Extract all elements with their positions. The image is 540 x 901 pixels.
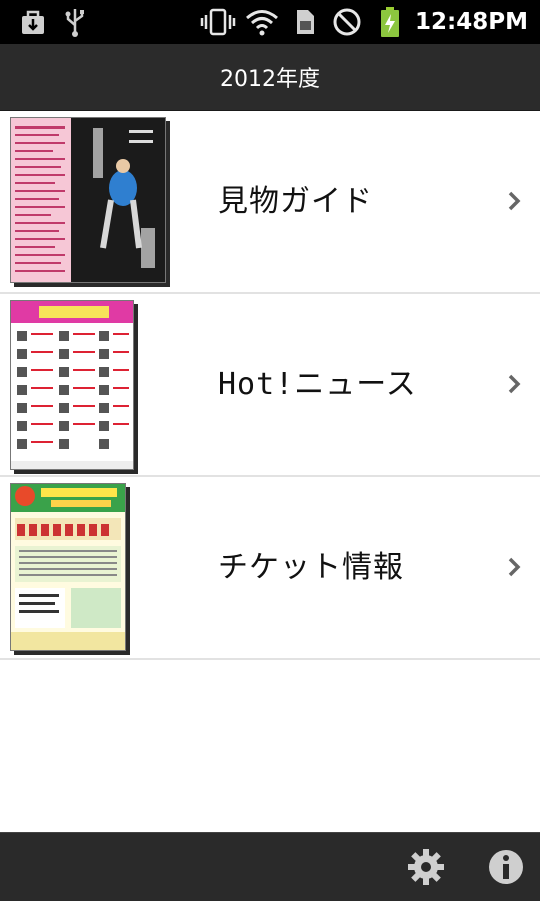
vibrate-icon bbox=[200, 0, 236, 44]
menu-list: 見物ガイド Hot!ニュース チケット情報 bbox=[0, 111, 540, 660]
usb-icon bbox=[60, 0, 90, 44]
clock-time: 12:48PM bbox=[415, 9, 528, 35]
chevron-right-icon bbox=[508, 557, 521, 577]
list-item-label: Hot!ニュース bbox=[218, 367, 417, 402]
list-item-label: チケット情報 bbox=[218, 550, 404, 585]
info-icon[interactable] bbox=[486, 847, 526, 887]
sim-icon bbox=[292, 0, 318, 44]
status-bar: 12:48PM bbox=[0, 0, 540, 44]
guide-poster-thumbnail bbox=[10, 117, 166, 283]
news-poster-thumbnail bbox=[10, 300, 134, 470]
battery-charging-icon bbox=[376, 0, 404, 44]
no-signal-icon bbox=[330, 0, 364, 44]
download-icon bbox=[18, 0, 48, 44]
list-item-hot-news[interactable]: Hot!ニュース bbox=[0, 294, 540, 477]
page-title: 2012年度 bbox=[220, 67, 320, 92]
wifi-icon bbox=[244, 0, 280, 44]
list-item-label: 見物ガイド bbox=[218, 184, 373, 219]
ticket-poster-thumbnail bbox=[10, 483, 126, 651]
title-bar: 2012年度 bbox=[0, 44, 540, 111]
settings-gear-icon[interactable] bbox=[406, 847, 446, 887]
bottom-toolbar bbox=[0, 832, 540, 901]
chevron-right-icon bbox=[508, 191, 521, 211]
list-item-ticket-info[interactable]: チケット情報 bbox=[0, 477, 540, 660]
list-item-guide[interactable]: 見物ガイド bbox=[0, 111, 540, 294]
chevron-right-icon bbox=[508, 374, 521, 394]
